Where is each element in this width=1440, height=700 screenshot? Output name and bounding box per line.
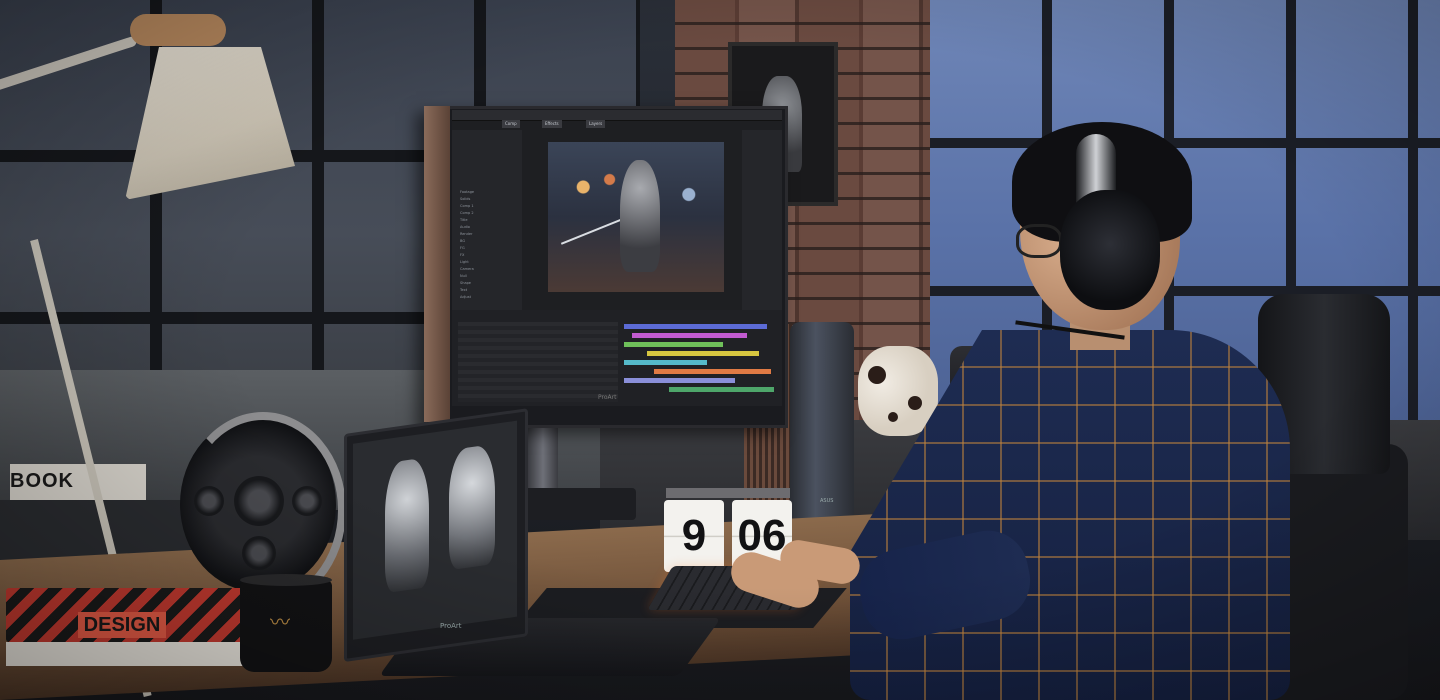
editor-tab: Effects [542,120,562,128]
project-row: Render [460,232,473,236]
left-book: BOOK [10,464,146,500]
monitor-screen: Comp Effects Layers Footage Solids Comp … [452,110,782,406]
warrior-figure [620,160,660,272]
book-title: DESIGN [78,612,166,638]
glasses [1016,224,1062,258]
project-row: Comp 1 [460,204,474,208]
project-row: Shape [460,281,471,285]
white-book [6,642,258,666]
project-row: Text [460,288,468,292]
editor-tab: Layers [586,120,606,128]
design-book: DESIGN [6,588,258,642]
project-row: Footage [460,190,475,194]
armor-render-front [385,457,429,594]
timeline-track [654,369,771,374]
monitor-logo: ProArt [598,394,617,401]
headphone-cup [1060,190,1160,310]
project-panel: Footage Solids Comp 1 Comp 2 Title Audio… [452,130,522,310]
editor-tab: Comp [502,120,520,128]
project-row: Title [460,218,468,222]
coffee-mug: 〰 [240,574,332,672]
timeline-track [624,360,707,365]
project-row: BG [460,239,466,243]
clock-frame [666,488,790,498]
timeline-panel [452,310,782,406]
left-book-text: BOOK [10,470,74,492]
project-row: Null [460,274,467,278]
timeline-track [624,342,723,347]
photo-scene: BOOK ASUS Comp Effects Layers Footage So… [0,0,1440,700]
project-row: Adjust [460,295,471,299]
armor-render-back [449,443,495,571]
timeline-track [669,387,774,392]
book-stack: DESIGN [6,588,258,666]
project-row: FG [460,246,465,250]
project-row: Audio [460,225,470,229]
plaid-shirt [850,330,1290,700]
effects-panel [742,130,782,310]
timeline-track [631,333,747,338]
project-row: Comp 2 [460,211,474,215]
laptop-lid [344,408,528,662]
project-row: Light [460,260,469,264]
timeline-track [624,378,735,383]
monitor-side-panel [424,106,450,422]
lamp-cap [130,14,226,46]
composition-preview [548,142,724,292]
project-row: Solids [460,197,471,201]
person [726,120,1300,700]
clock-hour: 9 [664,500,724,572]
timeline-track [646,351,759,356]
timeline-track [624,324,767,329]
mustache-icon: 〰 [270,610,290,634]
layer-list [458,322,618,402]
project-row: Camera [460,267,474,271]
laptop-screen [353,420,517,640]
mug-rim [240,574,332,586]
pc-logo: ASUS [820,498,834,504]
laptop-brand: ProArt [440,622,462,630]
project-row: FX [460,253,465,257]
